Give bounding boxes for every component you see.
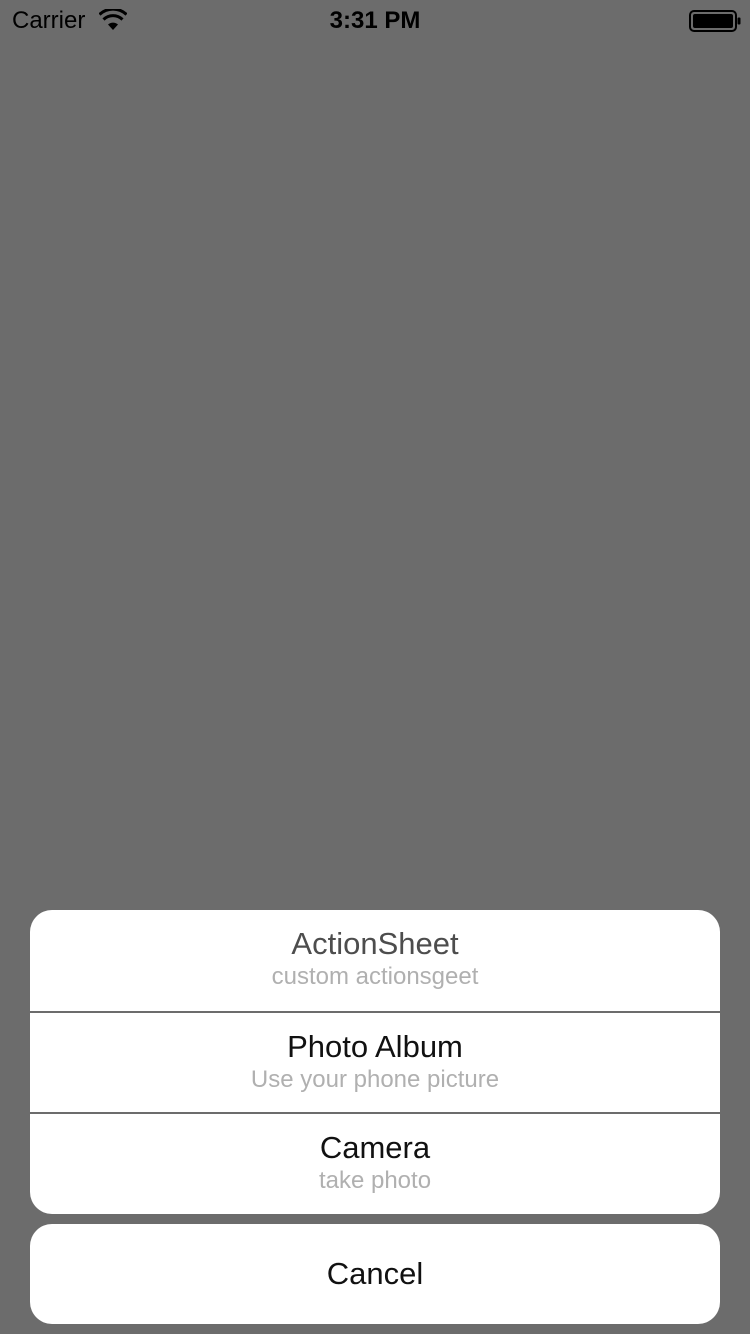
option-subtitle: take photo [318, 1167, 432, 1194]
cancel-button[interactable]: Cancel [30, 1224, 720, 1324]
battery-icon [689, 10, 741, 32]
action-sheet: ActionSheet custom actionsgeet Photo Alb… [30, 910, 720, 1214]
option-subtitle: Use your phone picture [250, 1066, 500, 1093]
status-bar: Carrier 3:31 PM [0, 0, 750, 40]
action-sheet-subtitle: custom actionsgeet [271, 963, 479, 990]
camera-option[interactable]: Camera take photo [30, 1112, 720, 1213]
action-sheet-title: ActionSheet [291, 926, 459, 961]
option-title: Photo Album [287, 1029, 463, 1064]
option-title: Camera [319, 1130, 431, 1165]
photo-album-option[interactable]: Photo Album Use your phone picture [30, 1011, 720, 1112]
status-time: 3:31 PM [329, 7, 421, 34]
action-sheet-header: ActionSheet custom actionsgeet [30, 910, 720, 1011]
